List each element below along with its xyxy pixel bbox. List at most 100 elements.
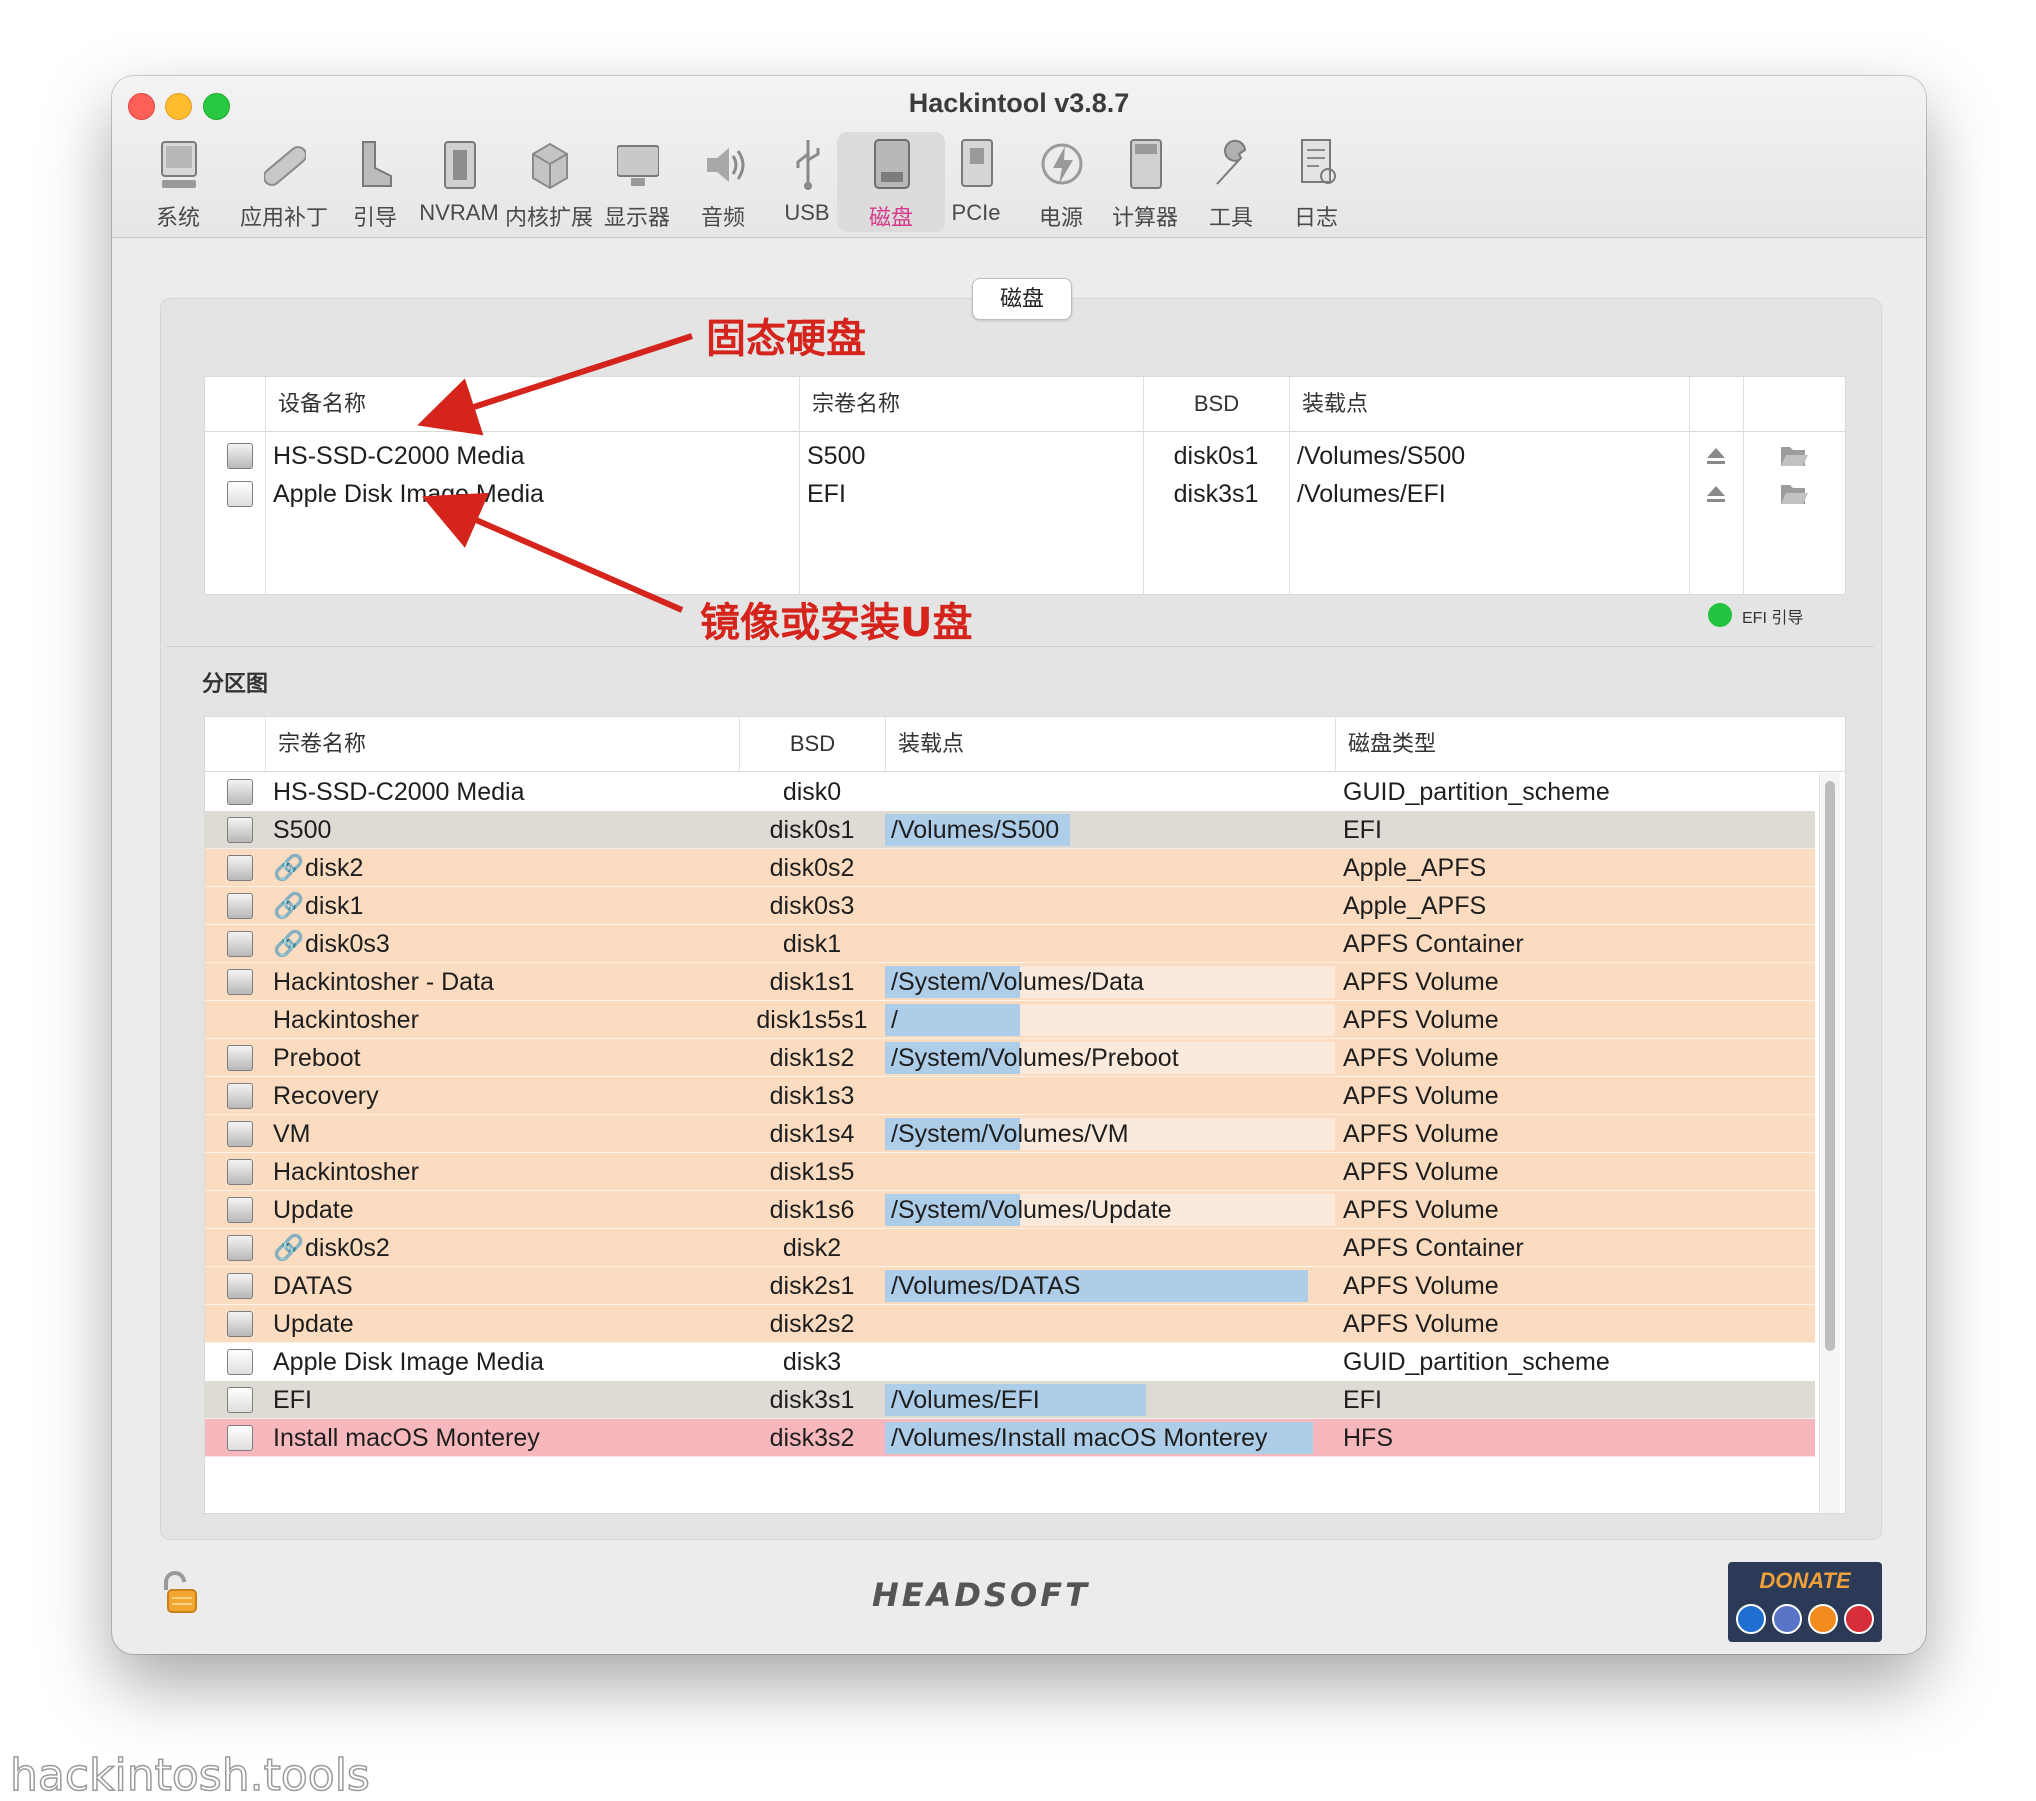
partition-name: VM — [273, 1120, 311, 1148]
disk-drive-icon — [227, 969, 253, 995]
mount-usage-bar — [885, 1004, 1020, 1036]
calculator-icon — [1130, 139, 1162, 189]
partition-row[interactable]: Hackintosher - Data disk1s1/System/Volume… — [205, 963, 1815, 1001]
partition-row[interactable]: S500 disk0s1/Volumes/S500 EFI — [205, 811, 1815, 849]
partition-row[interactable]: EFI disk3s1/Volumes/EFI EFI — [205, 1381, 1815, 1419]
col-device-name[interactable]: 设备名称 — [265, 377, 799, 431]
open-folder-icon[interactable] — [1779, 481, 1809, 507]
device-name: HS-SSD-C2000 Media — [273, 442, 525, 470]
annotation-image-usb: 镜像或安装U盘 — [700, 600, 973, 646]
col-mount-point[interactable]: 装载点 — [1289, 377, 1689, 431]
watermark: hackintosh.tools — [9, 1749, 370, 1801]
partition-name: 🔗disk0s3 — [265, 925, 739, 963]
bitcoin-icon — [1808, 1604, 1838, 1634]
device-row[interactable]: HS-SSD-C2000 Media S500 disk0s1/Volumes/S5… — [205, 437, 1845, 475]
partition-row[interactable]: 🔗disk1 disk0s3 Apple_APFS — [205, 887, 1815, 925]
col-bsd[interactable]: BSD — [1143, 377, 1289, 431]
col-mount-point[interactable]: 装载点 — [885, 717, 1335, 771]
partition-name: Hackintosher — [273, 1006, 419, 1034]
partition-row[interactable]: Update disk1s6/System/Volumes/Update APFS … — [205, 1191, 1815, 1229]
mount-point: /System/Volumes/VM — [891, 1120, 1129, 1148]
bsd-name: disk1 — [782, 930, 842, 958]
bsd-name: disk3s1 — [769, 1386, 855, 1414]
boot-icon — [362, 141, 392, 187]
bsd-name: disk1s2 — [769, 1044, 855, 1072]
disk-drive-icon — [227, 1197, 253, 1223]
donate-label: DONATE — [1759, 1568, 1851, 1593]
disk-type: APFS Volume — [1343, 1006, 1499, 1034]
partition-row[interactable]: Install macOS Monterey disk3s2/Volumes/In… — [205, 1419, 1815, 1457]
partition-row[interactable]: DATAS disk2s1/Volumes/DATAS APFS Volume — [205, 1267, 1815, 1305]
link-icon: 🔗 — [273, 930, 305, 958]
mount-point: / — [891, 1006, 898, 1034]
disk-type: APFS Volume — [1343, 1310, 1499, 1338]
window-title: Hackintool v3.8.7 — [908, 88, 1130, 118]
partition-row[interactable]: HS-SSD-C2000 Media disk0 GUID_partition_sc… — [205, 773, 1815, 811]
bsd-name: disk1s1 — [769, 968, 855, 996]
disk-drive-icon — [227, 817, 253, 843]
disk-drive-icon — [227, 1121, 253, 1147]
col-bsd[interactable]: BSD — [739, 717, 885, 771]
col-disk-type[interactable]: 磁盘类型 — [1335, 717, 1815, 771]
toolbar-item-13[interactable]: 日志 — [1262, 132, 1370, 232]
paypal-icon — [1736, 1604, 1766, 1634]
col-volume-name[interactable]: 宗卷名称 — [799, 377, 1143, 431]
bsd-name: disk0s1 — [1173, 442, 1259, 470]
partition-name: 🔗disk0s2 — [265, 1229, 739, 1267]
disk-drive-icon — [227, 1159, 253, 1185]
partition-row[interactable]: Hackintosher disk1s5 APFS Volume — [205, 1153, 1815, 1191]
titlebar: Hackintool v3.8.7 系统 应用补丁 引导 NVRAM 内核扩展 显示器 音频… — [112, 76, 1926, 238]
partition-row[interactable]: Recovery disk1s3 APFS Volume — [205, 1077, 1815, 1115]
device-row[interactable]: Apple Disk Image Media EFI disk3s1/Volumes… — [205, 475, 1845, 513]
bsd-name: disk2s2 — [769, 1310, 855, 1338]
partition-row[interactable]: 🔗disk0s3 disk1 APFS Container — [205, 925, 1815, 963]
scroll-thumb[interactable] — [1825, 781, 1835, 1351]
disk-drive-icon — [227, 1045, 253, 1071]
mount-point: /Volumes/EFI — [891, 1386, 1040, 1414]
partition-row[interactable]: 🔗disk0s2 disk2 APFS Container — [205, 1229, 1815, 1267]
partition-scrollbar[interactable] — [1819, 773, 1840, 1513]
partition-table-header: 宗卷名称 BSD 装载点 磁盘类型 — [205, 717, 1845, 772]
bsd-name: disk3 — [782, 1348, 842, 1376]
disk-drive-icon — [227, 1349, 253, 1375]
toolbar-item-0[interactable]: 系统 — [124, 132, 232, 232]
mount-point: /Volumes/Install macOS Monterey — [891, 1424, 1268, 1452]
unlock-icon[interactable] — [158, 1570, 198, 1614]
partition-name: Hackintosher — [273, 1158, 419, 1186]
disk-type: APFS Volume — [1343, 1044, 1499, 1072]
tab-disk[interactable]: 磁盘 — [972, 278, 1072, 320]
partition-row[interactable]: VM disk1s4/System/Volumes/VM APFS Volume — [205, 1115, 1815, 1153]
disk-type: GUID_partition_scheme — [1343, 778, 1610, 806]
disk-type: APFS Container — [1343, 930, 1524, 958]
log-document-icon — [1301, 139, 1336, 184]
bsd-name: disk1s5 — [769, 1158, 855, 1186]
disk-type: APFS Volume — [1343, 1082, 1499, 1110]
col-volume-name[interactable]: 宗卷名称 — [265, 717, 739, 771]
mount-point: /Volumes/S500 — [1297, 442, 1466, 470]
partition-row[interactable]: Hackintosher disk1s5s1 / APFS Volume — [205, 1001, 1815, 1039]
disk-drive-icon — [227, 1273, 253, 1299]
bsd-name: disk1s5s1 — [756, 1006, 868, 1034]
pcie-card-icon — [961, 139, 993, 187]
partition-row[interactable]: Apple Disk Image Media disk3 GUID_partitio… — [205, 1343, 1815, 1381]
display-icon — [617, 145, 659, 186]
partition-name: Apple Disk Image Media — [273, 1348, 544, 1376]
disk-drive-icon — [227, 1235, 253, 1261]
partition-row[interactable]: Preboot disk1s2/System/Volumes/Preboot APF… — [205, 1039, 1815, 1077]
disk-drive-icon — [227, 1083, 253, 1109]
nvram-chip-icon — [444, 141, 476, 189]
divider — [166, 646, 1874, 647]
donate-button[interactable]: DONATE — [1728, 1562, 1882, 1642]
partition-row[interactable]: Update disk2s2 APFS Volume — [205, 1305, 1815, 1343]
partition-name: HS-SSD-C2000 Media — [273, 778, 525, 806]
kext-box-icon — [532, 142, 568, 190]
partition-row[interactable]: 🔗disk2 disk0s2 Apple_APFS — [205, 849, 1815, 887]
link-icon: 🔗 — [273, 1234, 305, 1262]
toolbar-item-label: 日志 — [1293, 205, 1338, 230]
open-folder-icon[interactable] — [1779, 443, 1809, 469]
partition-name: EFI — [273, 1386, 312, 1414]
mount-point: /Volumes/DATAS — [891, 1272, 1081, 1300]
eject-icon[interactable] — [1705, 445, 1727, 467]
partition-name: Update — [273, 1196, 354, 1224]
eject-icon[interactable] — [1705, 483, 1727, 505]
